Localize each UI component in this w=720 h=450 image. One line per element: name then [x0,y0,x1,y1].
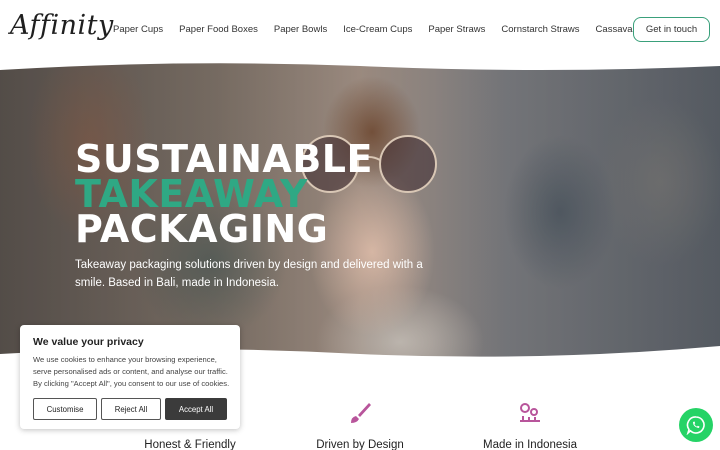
whatsapp-chat-button[interactable] [679,408,713,442]
site-header: Affinity Paper Cups Paper Food Boxes Pap… [0,0,720,62]
gears-icon [520,403,540,422]
cookie-description: We use cookies to enhance your browsing … [33,355,230,388]
feature-label: Made in Indonesia [483,439,577,450]
main-nav: Paper Cups Paper Food Boxes Paper Bowls … [113,24,673,35]
hero-top-wave [0,62,720,70]
nav-paper-bowls[interactable]: Paper Bowls [274,24,327,35]
nav-paper-cups[interactable]: Paper Cups [113,24,163,35]
whatsapp-icon [686,416,705,435]
nav-paper-food-boxes[interactable]: Paper Food Boxes [179,24,258,35]
feature-label: Honest & Friendly [144,439,236,450]
nav-paper-straws[interactable]: Paper Straws [428,24,485,35]
reject-all-button[interactable]: Reject All [101,398,161,420]
cookie-title: We value your privacy [33,336,144,348]
customise-button[interactable]: Customise [33,398,97,420]
feature-made-in-indonesia: Made in Indonesia [460,400,600,450]
hero-subtitle: Takeaway packaging solutions driven by d… [75,259,423,289]
hero-banner: SUSTAINABLE TAKEAWAY PACKAGING Takeaway … [0,62,720,362]
hero-title-line-3: PACKAGING [75,207,329,251]
feature-label: Driven by Design [316,439,404,450]
get-in-touch-button[interactable]: Get in touch [633,17,710,42]
nav-cornstarch-straws[interactable]: Cornstarch Straws [501,24,579,35]
paintbrush-icon [351,403,371,423]
site-logo[interactable]: Affinity [10,10,114,41]
nav-ice-cream-cups[interactable]: Ice-Cream Cups [343,24,412,35]
accept-all-button[interactable]: Accept All [165,398,227,420]
feature-driven-by-design: Driven by Design [290,400,430,450]
cookie-consent-banner: We value your privacy We use cookies to … [20,325,240,429]
